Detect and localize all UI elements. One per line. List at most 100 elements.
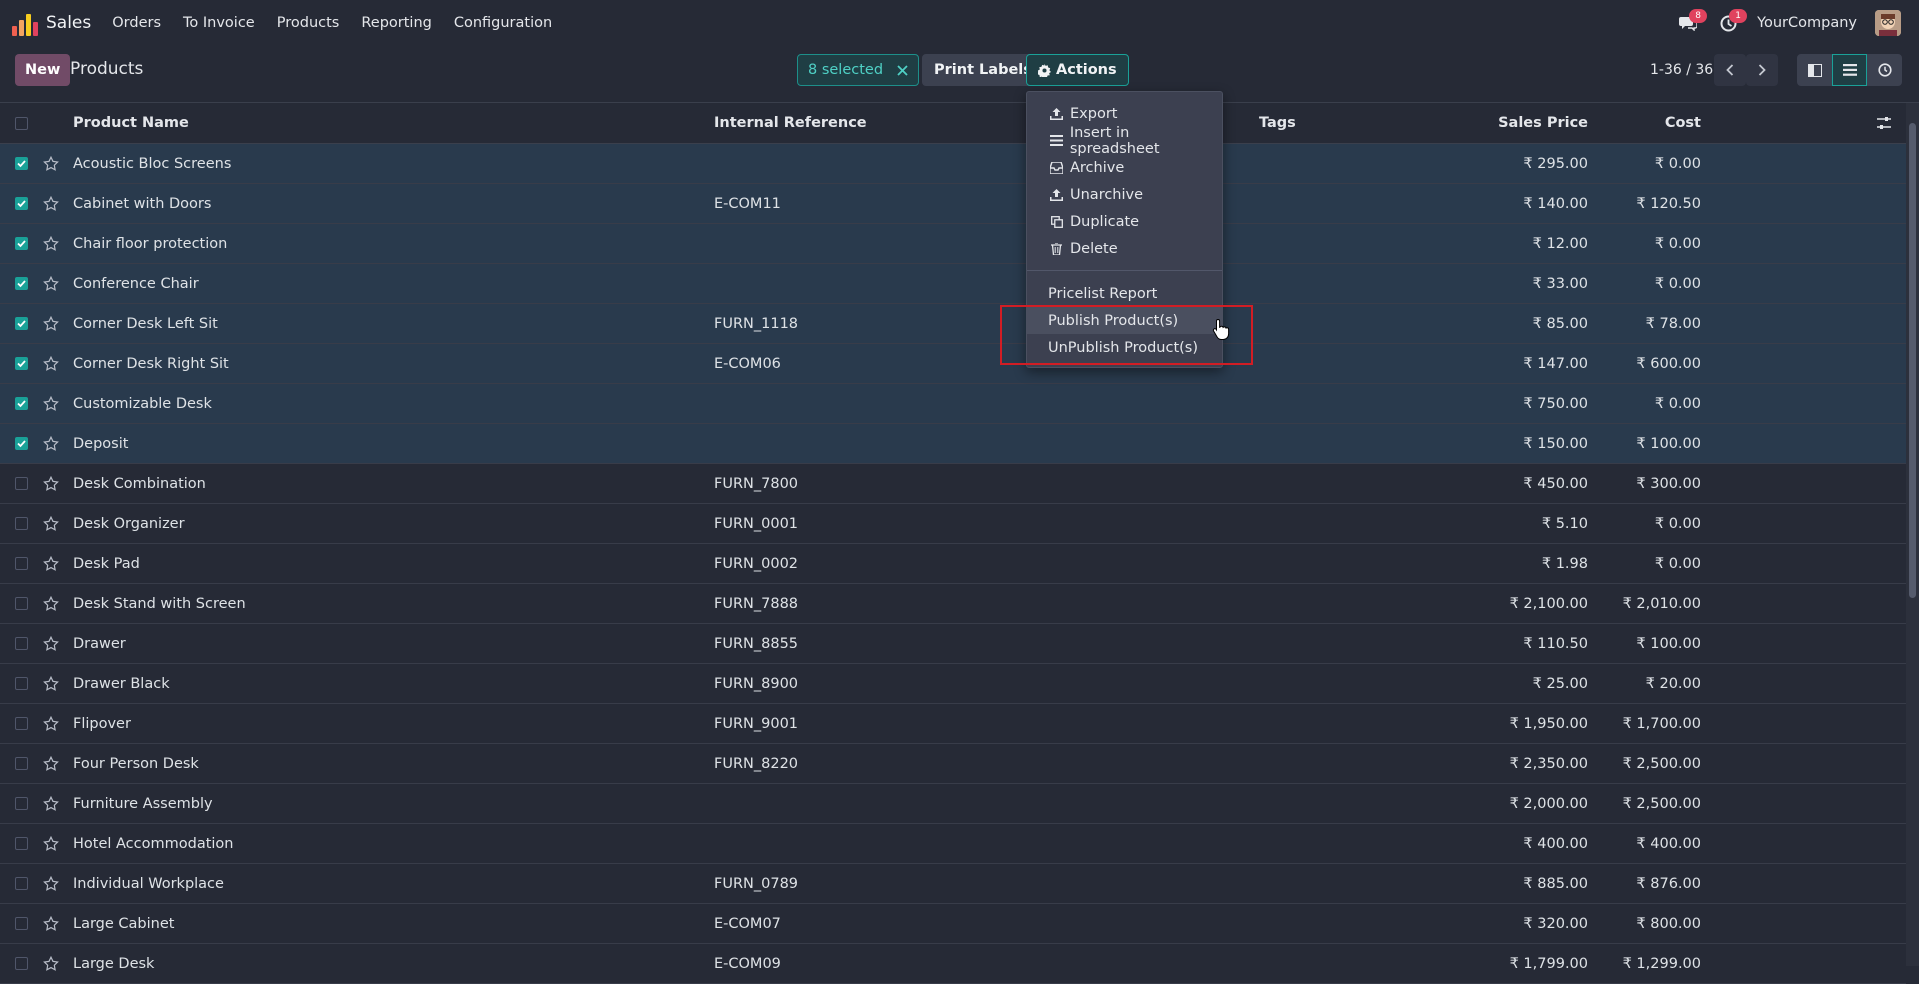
row-checkbox[interactable] [15,637,28,650]
product-name-cell[interactable]: Desk Combination [73,476,206,492]
table-row[interactable]: Desk Organizer FURN_0001 ₹ 5.10 ₹ 0.00 [0,504,1906,544]
sales-price-cell[interactable]: ₹ 140.00 [1523,196,1588,212]
product-name-cell[interactable]: Drawer Black [73,676,170,692]
product-name-cell[interactable]: Furniture Assembly [73,796,213,812]
cost-cell[interactable]: ₹ 0.00 [1655,276,1701,292]
sales-price-cell[interactable]: ₹ 2,000.00 [1510,796,1588,812]
internal-reference-cell[interactable]: E-COM06 [714,356,781,372]
header-cost[interactable]: Cost [1665,115,1701,131]
table-row[interactable]: Furniture Assembly ₹ 2,000.00 ₹ 2,500.00 [0,784,1906,824]
product-name-cell[interactable]: Conference Chair [73,276,199,292]
favorite-star-icon[interactable] [43,195,59,212]
action-export[interactable]: Export [1027,100,1222,127]
table-row[interactable]: Corner Desk Right Sit E-COM06 ₹ 147.00 ₹ 60… [0,344,1906,384]
scrollbar-thumb[interactable] [1909,123,1916,598]
cost-cell[interactable]: ₹ 0.00 [1655,236,1701,252]
table-row[interactable]: Cabinet with Doors E-COM11 ₹ 140.00 ₹ 120.5… [0,184,1906,224]
row-checkbox[interactable] [15,237,28,250]
favorite-star-icon[interactable] [43,675,59,692]
favorite-star-icon[interactable] [43,635,59,652]
cost-cell[interactable]: ₹ 2,500.00 [1623,756,1701,772]
sales-price-cell[interactable]: ₹ 33.00 [1533,276,1588,292]
row-checkbox[interactable] [15,317,28,330]
product-name-cell[interactable]: Customizable Desk [73,396,212,412]
favorite-star-icon[interactable] [43,315,59,332]
favorite-star-icon[interactable] [43,155,59,172]
internal-reference-cell[interactable]: FURN_8900 [714,676,798,692]
row-checkbox[interactable] [15,197,28,210]
row-checkbox[interactable] [15,917,28,930]
product-name-cell[interactable]: Desk Organizer [73,516,185,532]
action-pricelist-report[interactable]: Pricelist Report [1027,280,1222,307]
table-row[interactable]: Desk Pad FURN_0002 ₹ 1.98 ₹ 0.00 [0,544,1906,584]
row-checkbox[interactable] [15,757,28,770]
sales-price-cell[interactable]: ₹ 5.10 [1542,516,1588,532]
table-row[interactable]: Hotel Accommodation ₹ 400.00 ₹ 400.00 [0,824,1906,864]
pager-value[interactable]: 1-36 / 36 [1650,62,1713,78]
table-row[interactable]: Acoustic Bloc Screens ₹ 295.00 ₹ 0.00 [0,144,1906,184]
table-row[interactable]: Chair floor protection ₹ 12.00 ₹ 0.00 [0,224,1906,264]
sales-price-cell[interactable]: ₹ 2,350.00 [1510,756,1588,772]
vertical-scrollbar[interactable] [1906,103,1919,966]
cost-cell[interactable]: ₹ 2,010.00 [1623,596,1701,612]
action-unarchive[interactable]: Unarchive [1027,181,1222,208]
sales-price-cell[interactable]: ₹ 400.00 [1523,836,1588,852]
internal-reference-cell[interactable]: FURN_8220 [714,756,798,772]
action-delete[interactable]: Delete [1027,235,1222,262]
internal-reference-cell[interactable]: FURN_9001 [714,716,798,732]
sales-price-cell[interactable]: ₹ 1.98 [1542,556,1588,572]
cost-cell[interactable]: ₹ 400.00 [1636,836,1701,852]
product-name-cell[interactable]: Desk Stand with Screen [73,596,246,612]
clear-selection-icon[interactable] [897,64,908,76]
header-sales-price[interactable]: Sales Price [1498,115,1588,131]
sales-price-cell[interactable]: ₹ 150.00 [1523,436,1588,452]
sales-price-cell[interactable]: ₹ 110.50 [1523,636,1588,652]
select-all-checkbox[interactable] [15,116,28,130]
cost-cell[interactable]: ₹ 120.50 [1636,196,1701,212]
selection-counter[interactable]: 8 selected [797,54,920,86]
product-name-cell[interactable]: Drawer [73,636,126,652]
table-row[interactable]: Four Person Desk FURN_8220 ₹ 2,350.00 ₹ 2,5… [0,744,1906,784]
sales-price-cell[interactable]: ₹ 85.00 [1533,316,1588,332]
cost-cell[interactable]: ₹ 1,700.00 [1623,716,1701,732]
table-row[interactable]: Large Desk E-COM09 ₹ 1,799.00 ₹ 1,299.00 [0,944,1906,984]
favorite-star-icon[interactable] [43,435,59,452]
activity-view-button[interactable] [1867,54,1902,86]
favorite-star-icon[interactable] [43,515,59,532]
cost-cell[interactable]: ₹ 2,500.00 [1623,796,1701,812]
internal-reference-cell[interactable]: FURN_7888 [714,596,798,612]
sales-app-icon[interactable] [12,10,38,36]
cost-cell[interactable]: ₹ 20.00 [1646,676,1701,692]
kanban-view-button[interactable] [1797,54,1832,86]
sales-price-cell[interactable]: ₹ 1,950.00 [1510,716,1588,732]
cost-cell[interactable]: ₹ 0.00 [1655,156,1701,172]
menu-configuration[interactable]: Configuration [443,15,563,31]
menu-reporting[interactable]: Reporting [350,15,443,31]
favorite-star-icon[interactable] [43,555,59,572]
row-checkbox[interactable] [15,877,28,890]
product-name-cell[interactable]: Individual Workplace [73,876,224,892]
cost-cell[interactable]: ₹ 0.00 [1655,556,1701,572]
row-checkbox[interactable] [15,957,28,970]
favorite-star-icon[interactable] [43,355,59,372]
sales-price-cell[interactable]: ₹ 750.00 [1523,396,1588,412]
cost-cell[interactable]: ₹ 300.00 [1636,476,1701,492]
internal-reference-cell[interactable]: FURN_8855 [714,636,798,652]
row-checkbox[interactable] [15,797,28,810]
action-insert-in-spreadsheet[interactable]: Insert in spreadsheet [1027,125,1222,157]
product-name-cell[interactable]: Acoustic Bloc Screens [73,156,231,172]
row-checkbox[interactable] [15,717,28,730]
favorite-star-icon[interactable] [43,715,59,732]
internal-reference-cell[interactable]: FURN_0002 [714,556,798,572]
header-product-name[interactable]: Product Name [73,115,189,131]
product-name-cell[interactable]: Large Cabinet [73,916,174,932]
table-row[interactable]: Customizable Desk ₹ 750.00 ₹ 0.00 [0,384,1906,424]
table-row[interactable]: Large Cabinet E-COM07 ₹ 320.00 ₹ 800.00 [0,904,1906,944]
new-button[interactable]: New [15,54,71,86]
product-name-cell[interactable]: Hotel Accommodation [73,836,233,852]
product-name-cell[interactable]: Corner Desk Right Sit [73,356,229,372]
table-row[interactable]: Flipover FURN_9001 ₹ 1,950.00 ₹ 1,700.00 [0,704,1906,744]
cost-cell[interactable]: ₹ 0.00 [1655,516,1701,532]
cost-cell[interactable]: ₹ 0.00 [1655,396,1701,412]
messages-button[interactable]: 8 [1677,9,1708,34]
